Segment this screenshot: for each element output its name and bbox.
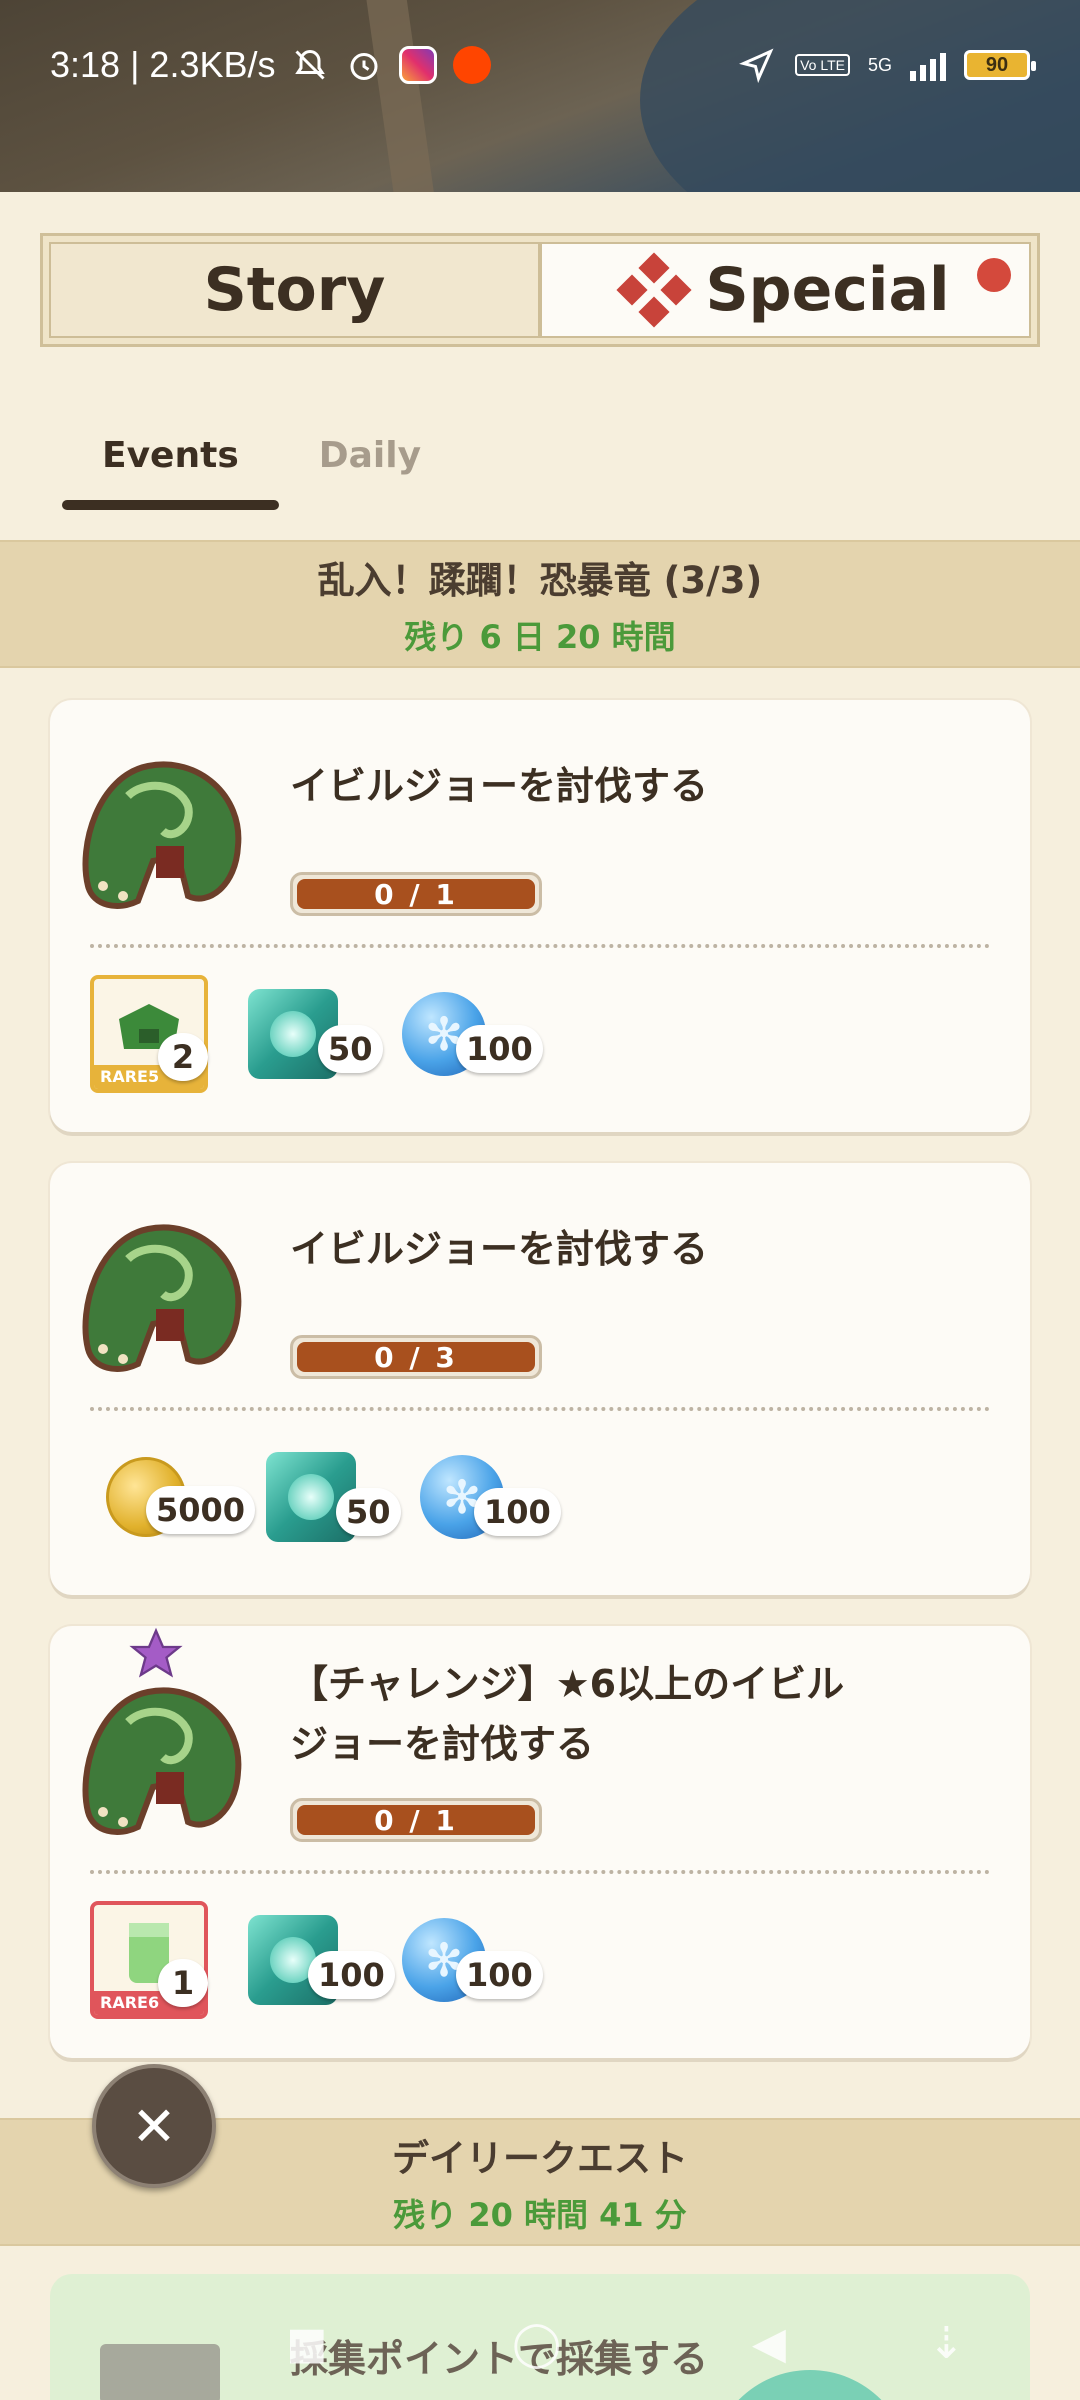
- network-type: 5G: [867, 54, 892, 75]
- evil-jaw-monster-icon: [82, 761, 242, 909]
- alarm-clock-icon: [344, 45, 384, 85]
- evil-jaw-monster-icon: [82, 1224, 242, 1372]
- recents-icon[interactable]: ■: [286, 2318, 328, 2369]
- quest-task-line2: ジョーを討伐する: [290, 1722, 595, 1766]
- event-title: 乱入！蹂躙！恐暴竜 (3/3): [317, 559, 763, 602]
- reward-count: 5000: [146, 1486, 256, 1534]
- sub-tabs: Events Daily: [62, 420, 461, 510]
- quest-task: イビルジョーを討伐する: [290, 764, 709, 808]
- quest-task: 【チャレンジ】★6以上のイビル ジョーを討伐する: [290, 1654, 930, 1774]
- quest-task-line1: 【チャレンジ】★6以上のイビル: [290, 1662, 845, 1706]
- divider: [90, 1407, 990, 1411]
- tab-special-label: Special: [705, 255, 950, 325]
- reward-count: 100: [456, 1025, 543, 1073]
- reward-item[interactable]: RARE6 1: [90, 1901, 208, 2019]
- event-remaining-time: 残り 6 日 20 時間: [404, 618, 676, 656]
- quest-progress-text: 0 / 1: [297, 1804, 535, 1837]
- reward-orb[interactable]: 100: [420, 1442, 561, 1552]
- quest-progress-text: 0 / 3: [297, 1341, 535, 1374]
- close-button[interactable]: ✕: [92, 2064, 216, 2188]
- status-time-speed: 3:18 | 2.3KB/s: [50, 44, 276, 85]
- tab-events[interactable]: Events: [62, 420, 279, 510]
- home-icon[interactable]: ◯: [512, 2318, 561, 2369]
- mode-segmented-control: Story Special: [40, 233, 1040, 347]
- daily-title: デイリークエスト: [392, 2137, 688, 2180]
- reward-count: 100: [456, 1951, 543, 1999]
- reddit-icon: [452, 45, 492, 85]
- reward-count: 100: [308, 1951, 395, 1999]
- reward-orb[interactable]: 100: [402, 1905, 543, 2015]
- notification-dot: [977, 258, 1011, 292]
- battery-icon: 90: [964, 50, 1036, 80]
- star-icon: [129, 1627, 183, 1678]
- quest-progress-bar: 0 / 1: [290, 872, 542, 916]
- quest-card[interactable]: 【チャレンジ】★6以上のイビル ジョーを討伐する 0 / 1 RARE6 1 1…: [50, 1626, 1030, 2058]
- tab-daily[interactable]: Daily: [279, 420, 461, 490]
- reward-list: RARE5 2 50 100: [90, 972, 543, 1096]
- signal-strength-icon: [910, 49, 946, 81]
- reward-item[interactable]: RARE5 2: [90, 975, 208, 1093]
- quest-progress-bar: 0 / 3: [290, 1335, 542, 1379]
- tab-story[interactable]: Story: [49, 242, 540, 338]
- reward-gem[interactable]: 50: [248, 979, 383, 1089]
- divider: [90, 944, 990, 948]
- daily-remaining-time: 残り 20 時間 41 分: [393, 2196, 687, 2234]
- quest-card[interactable]: イビルジョーを討伐する 0 / 3 5000 50 100: [50, 1163, 1030, 1595]
- event-banner: 乱入！蹂躙！恐暴竜 (3/3) 残り 6 日 20 時間: [0, 540, 1080, 668]
- reward-list: RARE6 1 100 100: [90, 1898, 543, 2022]
- location-arrow-icon: [737, 45, 777, 85]
- reward-list: 5000 50 100: [90, 1435, 561, 1559]
- reward-count: 1: [158, 1959, 208, 2007]
- quest-task: イビルジョーを討伐する: [290, 1227, 709, 1271]
- back-icon[interactable]: ◀: [752, 2318, 786, 2369]
- quest-progress-bar: 0 / 1: [290, 1798, 542, 1842]
- special-emblem-icon: [616, 252, 693, 328]
- battery-level: 90: [985, 53, 1009, 76]
- close-icon: ✕: [131, 2094, 177, 2158]
- quest-card[interactable]: イビルジョーを討伐する 0 / 1 RARE5 2 50 100: [50, 700, 1030, 1132]
- reward-count: 50: [336, 1488, 401, 1536]
- reward-count: 50: [318, 1025, 383, 1073]
- tab-story-label: Story: [203, 255, 386, 325]
- silent-bell-icon: [290, 45, 330, 85]
- quest-progress-text: 0 / 1: [297, 878, 535, 911]
- system-nav-bar: ■ ◯ ◀ ⇣: [0, 2290, 1080, 2380]
- reward-orb[interactable]: 100: [402, 979, 543, 1089]
- gesture-down-icon[interactable]: ⇣: [928, 2318, 965, 2369]
- volte-badge: Vo LTE: [795, 54, 850, 76]
- reward-count: 2: [158, 1033, 208, 1081]
- status-bar: 3:18 | 2.3KB/s Vo LTE 5G 90: [0, 0, 1080, 130]
- reward-gem[interactable]: 50: [266, 1442, 401, 1552]
- divider: [90, 1870, 990, 1874]
- reward-gem[interactable]: 100: [248, 1905, 395, 2015]
- reward-coin[interactable]: 5000: [106, 1442, 256, 1552]
- tab-special[interactable]: Special: [540, 242, 1031, 338]
- instagram-icon: [398, 45, 438, 85]
- reward-count: 100: [474, 1488, 561, 1536]
- evil-jaw-monster-icon: [82, 1687, 242, 1835]
